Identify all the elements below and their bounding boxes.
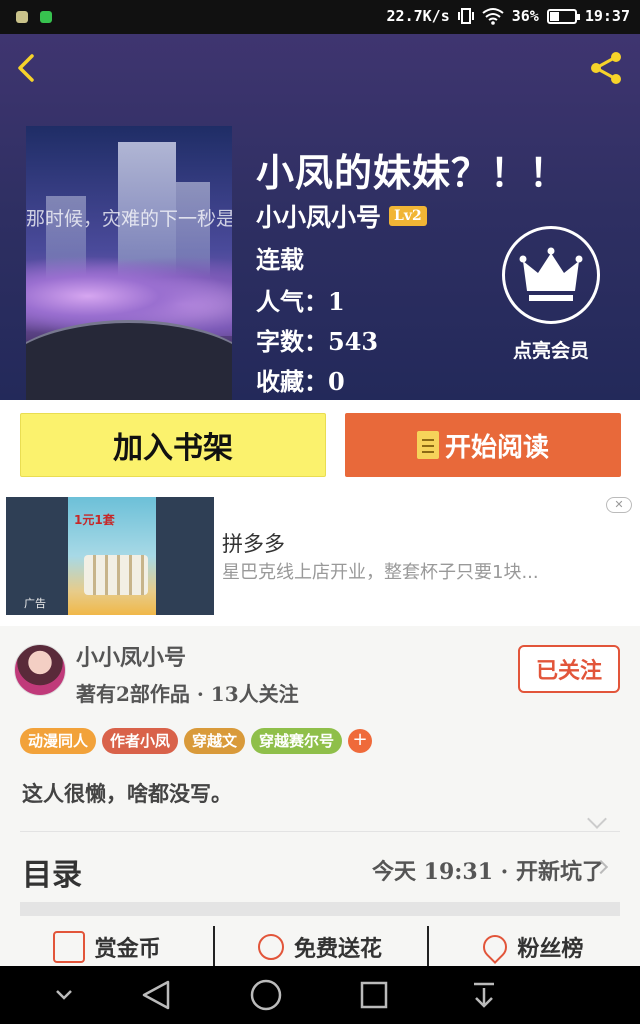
author-section: 小小凤小号 著有2部作品 · 13人关注 已关注 动漫同人 作者小凤 穿越文 穿… — [0, 626, 640, 966]
divider — [20, 831, 620, 832]
author-card-name[interactable]: 小小凤小号 — [76, 640, 186, 672]
back-button[interactable] — [12, 50, 44, 86]
chevron-left-icon — [18, 54, 34, 82]
nav-recents-button[interactable] — [344, 966, 404, 1024]
ad-poster-caption: 1元1套 — [74, 513, 115, 527]
wechat-notification-icon — [40, 11, 52, 23]
ad-image[interactable]: 1元1套 广告 — [6, 497, 214, 615]
vibrate-icon — [457, 8, 474, 24]
book-icon — [416, 431, 439, 459]
nav-back-button[interactable] — [126, 966, 186, 1024]
tag-item[interactable]: 作者小凤 — [102, 728, 179, 754]
reward-coin-label: 赏金币 — [94, 936, 161, 962]
action-bar: 加入书架 开始阅读 — [0, 400, 640, 492]
home-icon — [250, 979, 282, 1011]
coin-icon — [52, 931, 85, 963]
status-bar: 22.7K/s 36% 19:37 — [0, 0, 640, 34]
start-reading-button[interactable]: 开始阅读 — [345, 413, 621, 477]
crown-icon — [519, 247, 583, 301]
ad-banner[interactable]: 1元1套 广告 ✕ 拼多多 星巴克线上店开业，整套杯子只要1块... — [0, 492, 640, 626]
recents-icon — [360, 981, 388, 1009]
fans-ranking-button[interactable]: 粉丝榜 — [426, 926, 640, 968]
book-cover[interactable]: 那时候，灾难的下一秒是 — [26, 126, 232, 400]
ad-tag: 广告 — [24, 597, 46, 610]
level-badge: Lv2 — [389, 206, 427, 226]
nav-collapse-button[interactable] — [34, 966, 94, 1024]
tag-item[interactable]: 动漫同人 — [20, 728, 97, 754]
cover-road — [26, 320, 232, 400]
toc-title[interactable]: 目录 — [22, 850, 82, 894]
vip-label[interactable]: 点亮会员 — [490, 336, 612, 363]
cover-caption: 那时候，灾难的下一秒是 — [26, 208, 232, 230]
author-stats: 著有2部作品 · 13人关注 — [76, 682, 299, 706]
flower-icon — [257, 934, 284, 960]
notification-app-icon — [16, 11, 28, 23]
book-intro: 这人很懒，啥都没写。 — [22, 781, 232, 806]
section-separator — [20, 902, 620, 916]
book-title: 小凤的妹妹？！！ — [256, 150, 569, 195]
author-name[interactable]: 小小凤小号 — [256, 198, 381, 234]
send-flower-label: 免费送花 — [293, 936, 382, 962]
back-icon — [142, 980, 170, 1010]
tag-list: 动漫同人 作者小凤 穿越文 穿越赛尔号 + — [20, 728, 373, 754]
author-row[interactable]: 小小凤小号 Lv2 — [256, 198, 427, 234]
toc-latest-chapter[interactable]: 今天 19:31 · 开新坑了 — [372, 854, 604, 886]
tag-item[interactable]: 穿越赛尔号 — [251, 728, 343, 754]
follow-button[interactable]: 已关注 — [518, 645, 620, 693]
nav-notification-button[interactable] — [454, 966, 514, 1024]
chevron-down-icon[interactable] — [587, 809, 607, 829]
avatar[interactable] — [14, 644, 66, 696]
ad-description[interactable]: 星巴克线上店开业，整套杯子只要1块... — [222, 558, 602, 584]
reward-bar: 赏金币 免费送花 粉丝榜 — [0, 926, 640, 968]
wifi-icon — [482, 8, 504, 25]
reward-coin-button[interactable]: 赏金币 — [0, 926, 213, 968]
battery-icon — [546, 8, 580, 24]
chevron-down-icon — [56, 990, 72, 1000]
ad-close-button[interactable]: ✕ — [606, 497, 632, 513]
favorites-count: 收藏：0 — [256, 367, 345, 396]
notification-pull-icon — [474, 982, 494, 1008]
book-header: 那时候，灾难的下一秒是 小凤的妹妹？！！ 小小凤小号 Lv2 连载 人气：1 字… — [0, 34, 640, 400]
word-count: 字数：543 — [256, 327, 379, 356]
start-reading-label: 开始阅读 — [444, 432, 549, 463]
fans-ranking-label: 粉丝榜 — [517, 936, 584, 962]
fans-icon — [478, 930, 513, 964]
add-tag-button[interactable]: + — [348, 729, 373, 753]
ad-title[interactable]: 拼多多 — [222, 528, 285, 558]
vip-button[interactable] — [502, 226, 600, 324]
battery-percent: 36% — [511, 7, 539, 25]
send-flower-button[interactable]: 免费送花 — [213, 926, 426, 968]
share-button[interactable] — [586, 48, 626, 88]
nav-home-button[interactable] — [236, 966, 296, 1024]
system-nav-bar — [0, 966, 640, 1024]
add-to-shelf-button[interactable]: 加入书架 — [20, 413, 326, 477]
ad-cups-image — [84, 555, 148, 595]
share-icon — [591, 52, 621, 84]
popularity: 人气：1 — [256, 287, 345, 316]
net-speed: 22.7K/s — [386, 7, 450, 25]
clock: 19:37 — [584, 7, 630, 25]
tag-item[interactable]: 穿越文 — [184, 728, 246, 754]
serial-status: 连载 — [256, 245, 304, 274]
status-right: 22.7K/s 36% 19:37 — [387, 7, 630, 25]
